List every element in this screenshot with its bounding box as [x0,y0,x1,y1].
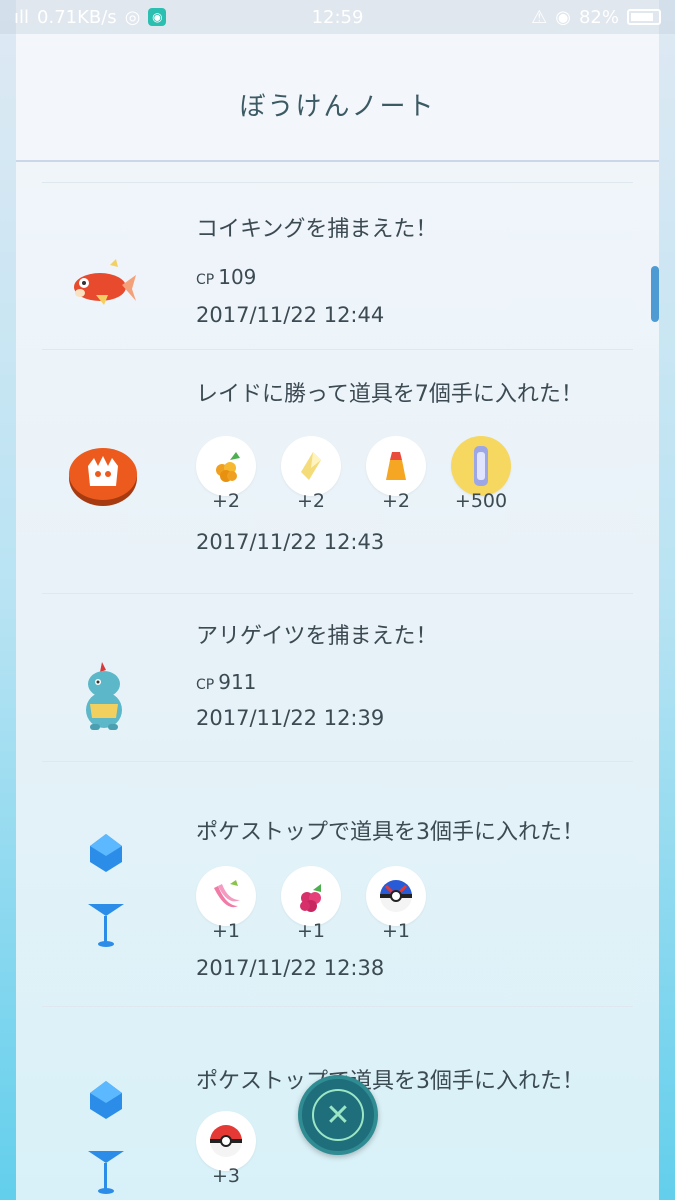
close-button[interactable]: ✕ [298,1075,378,1155]
status-time: 12:59 [311,6,364,28]
battery-icon [627,9,661,25]
journal-entry[interactable]: アリゲイツを捕まえた！ CP 911 2017/11/22 12:39 [16,594,659,761]
razz-berry-icon [281,866,341,926]
cp-label: CP [196,272,215,288]
network-speed: 0.71KB/s [37,6,117,28]
reward-items: +3 [196,1111,639,1187]
reward-count: +2 [296,490,325,512]
entry-timestamp: 2017/11/22 12:39 [196,706,385,730]
reward-count: +500 [454,490,508,512]
entry-title: ポケストップで道具を3個手に入れた！ [196,820,584,845]
alert-icon: ⚠ [531,6,548,28]
great-ball-icon [366,866,426,926]
reward-item: +1 [196,866,256,942]
rare-candy-icon [281,436,341,496]
raid-badge-icon [68,446,138,510]
reward-count: +2 [381,490,410,512]
cp-label: CP [196,677,215,693]
pokestop-icon [84,1079,128,1200]
reward-item: +3 [196,1111,256,1187]
poke-ball-icon [196,1111,256,1171]
battery-percent: 82% [578,6,619,28]
right-edge-decoration [659,0,675,1200]
reward-count: +1 [211,920,240,942]
journal-header: ぼうけんノート [16,34,659,162]
reward-item: +2 [196,436,256,512]
entry-timestamp: 2017/11/22 12:43 [196,530,385,554]
journal-list[interactable]: コイキングを捕まえた！ CP 109 2017/11/22 12:44 レイドに勝… [16,182,659,1200]
left-edge-decoration [0,0,16,1200]
entry-title: レイドに勝って道具を7個手に入れた！ [196,382,583,407]
cp-value: CP 109 [196,265,639,289]
status-bar: ıll 0.71KB/s ◎ ◉ 12:59 ⚠ ◉ 82% [0,0,675,34]
page-title: ぼうけんノート [239,91,436,122]
reward-count: +3 [211,1165,240,1187]
reward-item: +1 [281,866,341,942]
cp-value: CP 911 [196,670,639,694]
cp-number: 109 [218,265,257,289]
journal-entry[interactable]: コイキングを捕まえた！ CP 109 2017/11/22 12:44 [16,183,659,349]
stardust-icon [451,436,511,496]
reward-item: +500 [451,436,511,512]
nanab-berry-icon [196,866,256,926]
reward-count: +1 [296,920,325,942]
location-icon: ◎ [124,6,141,28]
entry-title: アリゲイツを捕まえた！ [196,624,438,649]
magikarp-icon [70,257,136,311]
eye-icon: ◉ [555,6,571,28]
journal-entry[interactable]: レイドに勝って道具を7個手に入れた！ +2 +2 +2 +500 2017/11… [16,350,659,593]
journal-entry[interactable]: ポケストップで道具を3個手に入れた！ +1 +1 +1 2017/11/22 1… [16,762,659,1006]
app-notification-icon: ◉ [148,8,167,26]
signal-icon: ıll [14,6,30,28]
cp-number: 911 [218,670,257,694]
reward-item: +2 [366,436,426,512]
reward-count: +2 [211,490,240,512]
reward-items: +2 +2 +2 +500 [196,436,639,512]
reward-item: +2 [281,436,341,512]
entry-title: ポケストップで道具を3個手に入れた！ [196,1069,584,1094]
entry-timestamp: 2017/11/22 12:44 [196,303,385,327]
reward-items: +1 +1 +1 [196,866,639,942]
entry-timestamp: 2017/11/22 12:38 [196,956,385,980]
pokestop-icon [84,832,128,956]
tm-icon [366,436,426,496]
reward-count: +1 [381,920,410,942]
close-icon: ✕ [312,1089,364,1141]
croconaw-icon [76,660,132,736]
reward-item: +1 [366,866,426,942]
golden-razz-berry-icon [196,436,256,496]
entry-title: コイキングを捕まえた！ [196,217,438,242]
journal-panel: ぼうけんノート コイキングを捕まえた！ CP 109 2017/11/22 12:… [16,34,659,1200]
